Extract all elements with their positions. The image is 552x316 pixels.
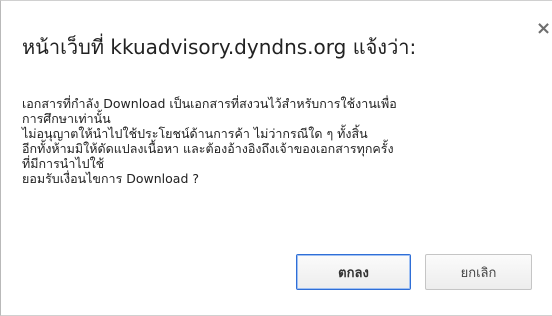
confirm-dialog: หน้าเว็บที่ kkuadvisory.dyndns.org แจ้งว… (0, 0, 552, 316)
message-line: การศึกษาเท่านั้น (22, 111, 111, 126)
cancel-button[interactable]: ยกเลิก (425, 254, 532, 290)
message-line: อีกทั้งห้ามมิให้ดัดแปลงเนื้อหา และต้องอ้… (22, 141, 394, 156)
ok-button[interactable]: ตกลง (296, 254, 411, 290)
dialog-title: หน้าเว็บที่ kkuadvisory.dyndns.org แจ้งว… (22, 35, 417, 59)
dialog-message: เอกสารที่กำลัง Download เป็นเอกสารที่สงว… (22, 96, 542, 186)
message-line: ที่มีการนำไปใช้ (22, 156, 105, 171)
close-icon[interactable]: × (534, 17, 552, 39)
message-line: ไม่อนุญาตให้นำไปใช้ประโยชน์ด้านการค้า ไม… (22, 126, 368, 141)
message-line: ยอมรับเงื่อนไขการ Download ? (22, 171, 199, 186)
message-line: เอกสารที่กำลัง Download เป็นเอกสารที่สงว… (22, 96, 397, 111)
